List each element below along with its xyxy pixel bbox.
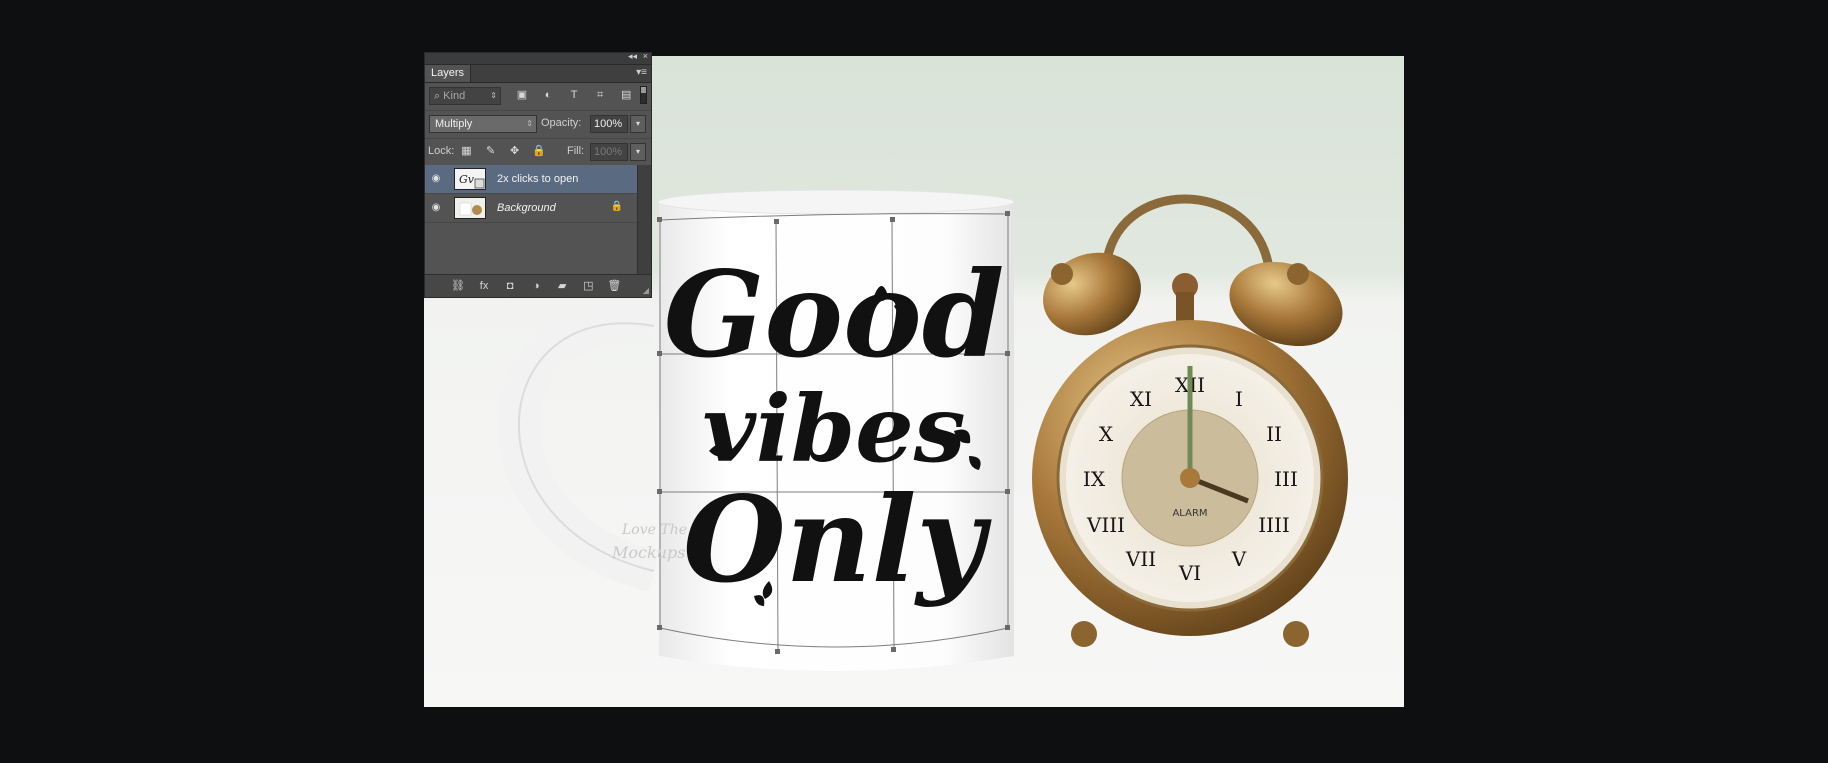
svg-text:VII: VII <box>1125 547 1156 571</box>
svg-text:V: V <box>1231 547 1247 571</box>
filter-toggle[interactable] <box>640 86 647 104</box>
svg-text:X: X <box>1099 422 1114 446</box>
lock-icons: ▦ ✎ ✥ 🔒 <box>460 145 553 158</box>
watermark-line-1: Love The <box>621 522 687 538</box>
panel-topbar: ◂◂ × <box>425 51 651 65</box>
layer-lock-icon: 🔒 <box>610 201 623 212</box>
opacity-label: Opacity: <box>541 117 582 129</box>
svg-text:III: III <box>1274 467 1298 491</box>
fill-dropdown-icon[interactable]: ▾ <box>630 143 646 161</box>
smart-object-filter-icon[interactable]: ▤ <box>619 88 633 102</box>
svg-text:VI: VI <box>1178 561 1201 585</box>
svg-text:Gv: Gv <box>459 173 475 186</box>
svg-text:IIII: IIII <box>1258 513 1290 537</box>
layers-list: ◉ Gv 2x clicks to open ◉ Background 🔒 <box>425 165 637 277</box>
filter-icons: ▣ ◐ T ⌗ ▤ <box>515 88 642 102</box>
visibility-eye-icon[interactable]: ◉ <box>429 173 443 185</box>
lock-transparent-icon[interactable]: ▦ <box>460 145 473 158</box>
layer-thumbnail: Gv <box>454 168 486 190</box>
layer-style-fx-icon[interactable]: fx <box>476 279 492 293</box>
layer-thumbnail <box>454 197 486 219</box>
screen: Good vibes Only Love The Mockups ALARM I… <box>0 0 1828 763</box>
mug-text-vibes: vibes <box>702 375 965 483</box>
footer-icons: ⛓ fx ◘ ◑ ▰ ◳ 🗑 <box>450 279 629 293</box>
layers-scrollbar[interactable] <box>637 165 651 277</box>
filter-row: ⌕ Kind ⇕ ▣ ◐ T ⌗ ▤ <box>425 83 651 111</box>
mug-text-only: Only <box>683 470 992 609</box>
kind-filter-select[interactable]: ⌕ Kind ⇕ <box>429 87 501 105</box>
adjustment-layer-icon[interactable]: ◑ <box>528 279 544 293</box>
lock-row: Lock: ▦ ✎ ✥ 🔒 Fill: 100% ▾ <box>425 139 651 167</box>
new-group-folder-icon[interactable]: ▰ <box>554 279 570 293</box>
panel-footer: ⛓ fx ◘ ◑ ▰ ◳ 🗑 ◢ <box>425 274 651 297</box>
layer-mask-icon[interactable]: ◘ <box>502 279 518 293</box>
tab-layers[interactable]: Layers <box>425 65 472 82</box>
blend-mode-select[interactable]: Multiply ⇕ <box>429 115 537 133</box>
updown-icon: ⇕ <box>526 119 533 128</box>
svg-text:II: II <box>1266 422 1282 446</box>
fill-input[interactable]: 100% <box>590 143 628 161</box>
layer-row-background[interactable]: ◉ Background 🔒 <box>425 194 637 223</box>
close-panel-icon[interactable]: × <box>643 51 648 61</box>
svg-text:XI: XI <box>1130 387 1152 411</box>
link-layers-icon[interactable]: ⛓ <box>450 279 466 293</box>
lock-all-icon[interactable]: 🔒 <box>532 145 546 158</box>
panel-tab-row: Layers ▾≡ <box>425 65 651 83</box>
opacity-dropdown-icon[interactable]: ▾ <box>630 115 646 133</box>
mug-text-good: Good <box>664 245 1005 384</box>
lock-image-icon[interactable]: ✎ <box>484 145 497 158</box>
layer-row-smart-object[interactable]: ◉ Gv 2x clicks to open <box>425 165 637 194</box>
clock-alarm-label: ALARM <box>1172 508 1207 519</box>
kind-filter-label: Kind <box>443 90 466 102</box>
layer-name[interactable]: 2x clicks to open <box>497 173 578 185</box>
image-filter-icon[interactable]: ▣ <box>515 88 529 102</box>
svg-text:I: I <box>1235 387 1243 411</box>
fill-label: Fill: <box>567 145 585 157</box>
type-filter-icon[interactable]: T <box>567 88 581 102</box>
search-icon: ⌕ <box>434 90 441 102</box>
lock-position-icon[interactable]: ✥ <box>508 145 521 158</box>
mug-rim <box>657 189 1015 215</box>
resize-grip-icon[interactable]: ◢ <box>643 286 649 295</box>
delete-layer-icon[interactable]: 🗑 <box>606 279 622 293</box>
updown-icon: ⇕ <box>490 91 497 100</box>
layer-name[interactable]: Background <box>497 202 556 214</box>
adjustment-filter-icon[interactable]: ◐ <box>541 88 555 102</box>
shape-filter-icon[interactable]: ⌗ <box>593 88 607 102</box>
panel-menu-icon[interactable]: ▾≡ <box>636 67 647 78</box>
svg-text:VIII: VIII <box>1086 513 1125 537</box>
new-layer-icon[interactable]: ◳ <box>580 279 596 293</box>
blend-row: Multiply ⇕ Opacity: 100% ▾ <box>425 111 651 139</box>
opacity-input[interactable]: 100% <box>590 115 628 133</box>
lock-label: Lock: <box>428 145 455 157</box>
watermark-line-2: Mockups <box>611 543 685 562</box>
svg-text:IX: IX <box>1083 467 1106 491</box>
layers-panel: ◂◂ × Layers ▾≡ ⌕ Kind ⇕ ▣ ◐ T ⌗ ▤ Multipl… <box>424 51 652 298</box>
visibility-eye-icon[interactable]: ◉ <box>429 202 443 214</box>
collapse-panel-icon[interactable]: ◂◂ <box>628 51 637 62</box>
blend-mode-value: Multiply <box>435 118 473 130</box>
